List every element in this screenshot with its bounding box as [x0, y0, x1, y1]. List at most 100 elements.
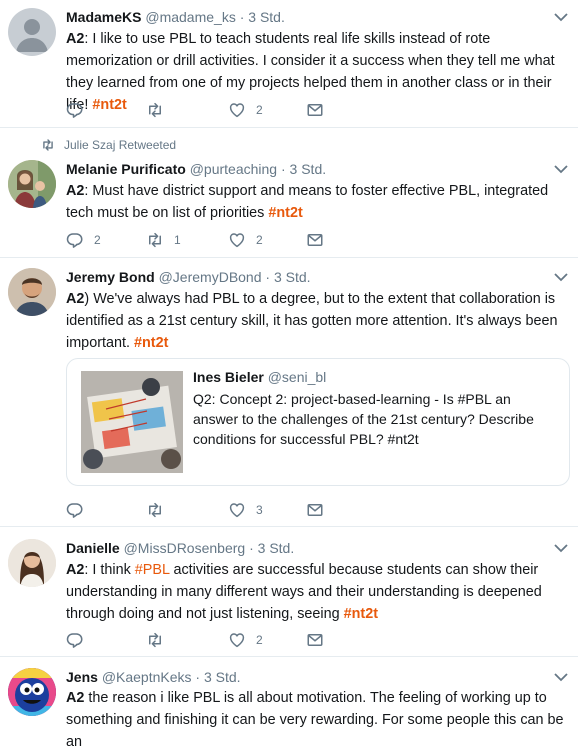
separator: · [277, 161, 290, 177]
message-icon [306, 501, 324, 519]
reply-icon [66, 101, 84, 119]
reply-button[interactable] [66, 101, 94, 119]
tweet[interactable]: Julie Szaj Retweeted Melanie Purificato … [0, 128, 578, 258]
answer-prefix: A2 [66, 31, 85, 47]
timestamp[interactable]: 3 Std. [290, 161, 327, 177]
author-name[interactable]: Jens [66, 669, 98, 685]
like-icon [228, 231, 246, 249]
message-icon [306, 101, 324, 119]
quoted-tweet-image[interactable] [81, 371, 183, 473]
tweet[interactable]: MadameKS @madame_ks · 3 Std. A2: I like … [0, 0, 578, 128]
like-button[interactable]: 3 [228, 501, 263, 519]
tweet-body: : I think [84, 562, 135, 578]
reply-button[interactable] [66, 501, 94, 519]
author-name[interactable]: Jeremy Bond [66, 269, 155, 285]
hashtag-link[interactable]: #nt2t [344, 606, 378, 622]
tweet-actions: 2 [66, 631, 546, 649]
like-button[interactable]: 2 [228, 101, 263, 119]
author-handle[interactable]: @madame_ks [145, 9, 235, 25]
like-count: 3 [256, 503, 263, 517]
retweeted-by-label: Julie Szaj Retweeted [40, 138, 176, 152]
tweet-header: MadameKS @madame_ks · 3 Std. [66, 8, 285, 26]
tweet-header: Danielle @MissDRosenberg · 3 Std. [66, 539, 294, 557]
message-button[interactable] [306, 101, 324, 119]
timestamp[interactable]: 3 Std. [258, 540, 295, 556]
message-button[interactable] [306, 631, 324, 649]
quoted-tweet-header: Ines Bieler @seni_bl [193, 369, 326, 385]
separator: · [191, 669, 204, 685]
message-icon [306, 631, 324, 649]
tweet-actions: 2 [66, 101, 546, 119]
avatar[interactable] [8, 8, 56, 56]
tweet-header: Jens @KaeptnKeks · 3 Std. [66, 668, 241, 686]
hashtag-link[interactable]: #PBL [135, 562, 170, 578]
tweet-text: A2: Must have district support and means… [66, 180, 566, 224]
like-count: 2 [256, 633, 263, 647]
tweet[interactable]: Danielle @MissDRosenberg · 3 Std. A2: I … [0, 527, 578, 657]
retweet-button[interactable]: 1 [146, 231, 181, 249]
tweet-text: A2: I think #PBL activities are successf… [66, 559, 566, 625]
quoted-tweet-text: Q2: Concept 2: project-based-learning - … [193, 391, 534, 447]
caret-down-icon[interactable] [554, 164, 568, 174]
tweet-body: the reason i like PBL is all about motiv… [66, 690, 564, 750]
avatar[interactable] [8, 668, 56, 716]
timestamp[interactable]: 3 Std. [274, 269, 311, 285]
author-name[interactable]: MadameKS [66, 9, 141, 25]
tweet[interactable]: Jens @KaeptnKeks · 3 Std. A2 the reason … [0, 657, 578, 750]
author-handle[interactable]: @JeremyDBond [159, 269, 262, 285]
author-name[interactable]: Danielle [66, 540, 120, 556]
separator: · [235, 9, 249, 25]
answer-prefix: A2 [66, 690, 85, 706]
retweet-button[interactable] [146, 501, 174, 519]
reply-button[interactable] [66, 631, 94, 649]
quoted-tweet[interactable]: Ines Bieler @seni_bl Q2: Concept 2: proj… [66, 358, 570, 486]
message-button[interactable] [306, 501, 324, 519]
like-count: 2 [256, 103, 263, 117]
author-name[interactable]: Melanie Purificato [66, 161, 186, 177]
like-count: 2 [256, 233, 263, 247]
separator: · [261, 269, 274, 285]
like-icon [228, 101, 246, 119]
retweet-button[interactable] [146, 631, 174, 649]
hashtag-link[interactable]: #nt2t [134, 335, 168, 351]
author-handle[interactable]: @KaeptnKeks [102, 669, 192, 685]
author-handle[interactable]: @purteaching [190, 161, 277, 177]
retweet-icon [146, 101, 164, 119]
reply-count: 2 [94, 233, 101, 247]
hashtag-link[interactable]: #nt2t [268, 205, 302, 221]
retweet-button[interactable] [146, 101, 174, 119]
tweet[interactable]: Jeremy Bond @JeremyDBond · 3 Std. A2) We… [0, 258, 578, 527]
caret-down-icon[interactable] [554, 543, 568, 553]
timestamp[interactable]: 3 Std. [204, 669, 241, 685]
quoted-author-name[interactable]: Ines Bieler [193, 369, 264, 385]
like-button[interactable]: 2 [228, 231, 263, 249]
answer-prefix: A2 [66, 183, 85, 199]
message-button[interactable] [306, 231, 324, 249]
tweet-text: A2 the reason i like PBL is all about mo… [66, 687, 566, 753]
tweet-actions: 2 1 2 [66, 231, 546, 249]
retweet-icon [43, 139, 53, 151]
tweet-actions: 3 [66, 501, 546, 519]
tweet-header: Melanie Purificato @purteaching · 3 Std. [66, 160, 326, 178]
retweeted-by-text[interactable]: Julie Szaj Retweeted [64, 138, 176, 152]
avatar[interactable] [8, 268, 56, 316]
answer-prefix: A2 [66, 291, 85, 307]
like-icon [228, 631, 246, 649]
tweet-text: A2) We've always had PBL to a degree, bu… [66, 288, 566, 354]
caret-down-icon[interactable] [554, 272, 568, 282]
reply-button[interactable]: 2 [66, 231, 101, 249]
timestamp[interactable]: 3 Std. [248, 9, 285, 25]
like-icon [228, 501, 246, 519]
caret-down-icon[interactable] [554, 12, 568, 22]
tweet-header: Jeremy Bond @JeremyDBond · 3 Std. [66, 268, 311, 286]
tweet-body: : Must have district support and means t… [66, 183, 549, 221]
avatar[interactable] [8, 539, 56, 587]
message-icon [306, 231, 324, 249]
retweet-icon [146, 631, 164, 649]
avatar[interactable] [8, 160, 56, 208]
author-handle[interactable]: @MissDRosenberg [124, 540, 246, 556]
reply-icon [66, 501, 84, 519]
like-button[interactable]: 2 [228, 631, 263, 649]
caret-down-icon[interactable] [554, 672, 568, 682]
quoted-author-handle[interactable]: @seni_bl [268, 369, 327, 385]
